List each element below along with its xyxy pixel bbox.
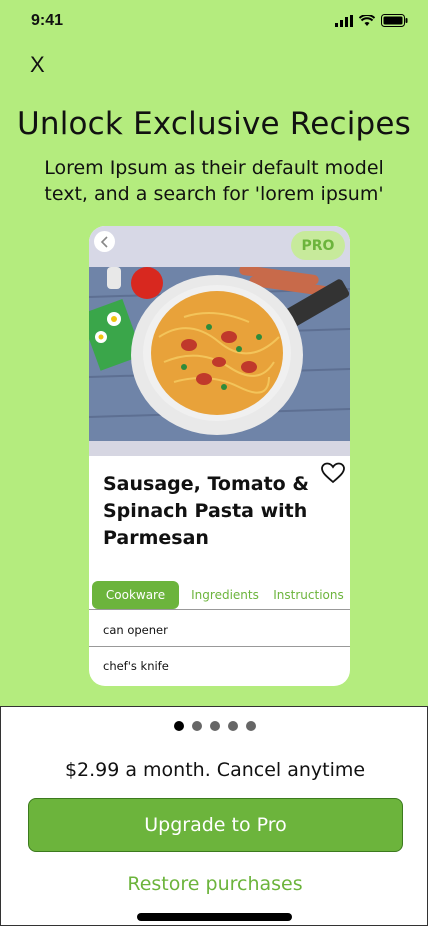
list-item: chef's knife (103, 659, 169, 673)
signal-icon (335, 14, 353, 27)
pager-dot[interactable] (192, 721, 202, 731)
tab-divider (89, 609, 350, 610)
heart-icon[interactable] (321, 462, 345, 484)
pager-dot[interactable] (174, 721, 184, 731)
tab-ingredients[interactable]: Ingredients (185, 581, 265, 609)
wifi-icon (359, 14, 375, 26)
price-text: $2.99 a month. Cancel anytime (64, 759, 366, 781)
page-subtitle: Lorem Ipsum as their default model text,… (44, 157, 384, 205)
recipe-title: Sausage, Tomato & Spinach Pasta with Par… (103, 473, 309, 549)
tab-cookware[interactable]: Cookware (92, 581, 179, 609)
pro-badge: PRO (291, 231, 345, 260)
tab-instructions[interactable]: Instructions (267, 581, 350, 609)
page-title: Unlock Exclusive Recipes (16, 106, 412, 142)
status-time: 9:41 (31, 12, 64, 29)
pager-dots (1, 721, 428, 731)
pager-dot[interactable] (246, 721, 256, 731)
status-icons (335, 14, 408, 27)
status-bar: 9:41 (0, 0, 428, 44)
list-item: can opener (103, 623, 168, 637)
battery-icon (381, 14, 408, 27)
chevron-left-icon (100, 235, 108, 248)
pager-dot[interactable] (228, 721, 238, 731)
list-divider (89, 646, 350, 647)
restore-purchases-link[interactable]: Restore purchases (1, 873, 428, 895)
recipe-preview-card: PRO Sausage, Tomato & Spinach Pasta with… (89, 226, 350, 686)
home-indicator (137, 913, 292, 921)
recipe-tabs: Cookware Ingredients Instructions (89, 580, 350, 610)
close-button[interactable]: X (30, 52, 45, 78)
purchase-sheet: $2.99 a month. Cancel anytime Upgrade to… (0, 706, 428, 926)
upgrade-button[interactable]: Upgrade to Pro (28, 798, 403, 852)
recipe-photo (89, 267, 350, 441)
photo-caption-bar (89, 441, 350, 456)
pager-dot[interactable] (210, 721, 220, 731)
back-button[interactable] (94, 231, 115, 252)
